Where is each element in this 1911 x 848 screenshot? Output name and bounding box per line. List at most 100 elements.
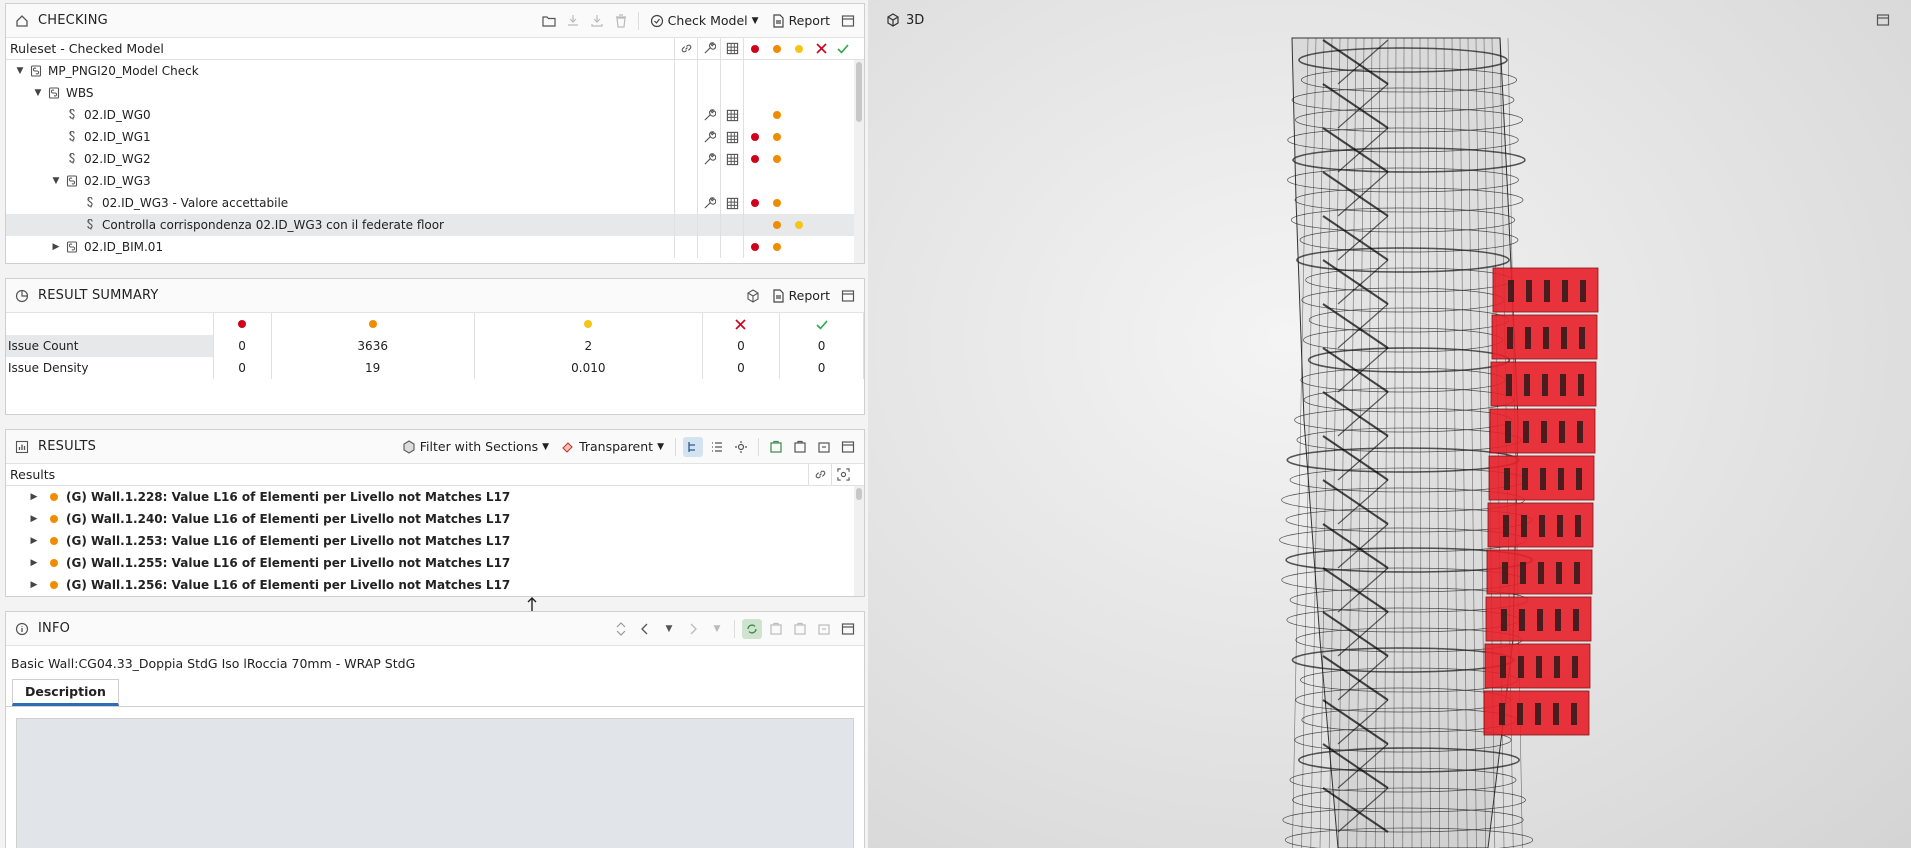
building-model[interactable] <box>868 0 1911 848</box>
wrench-icon[interactable] <box>698 104 720 126</box>
tree-row[interactable]: 02.ID_WG0 <box>6 104 864 126</box>
wrench-icon[interactable] <box>698 38 720 59</box>
history-dropdown-icon[interactable]: ▼ <box>659 619 679 639</box>
cube-icon[interactable] <box>743 286 763 306</box>
result-row[interactable]: ▶ (G) Wall.1.228: Value L16 of Elementi p… <box>6 486 864 508</box>
accepted-check-icon <box>779 313 864 335</box>
red-dot-icon <box>744 192 766 214</box>
summary-row-label: Issue Count <box>6 335 214 357</box>
list-view-icon[interactable] <box>707 437 727 457</box>
issue-add-icon[interactable] <box>766 619 786 639</box>
tree-row-label: 02.ID_WG1 <box>84 130 151 144</box>
tree-row[interactable]: 02.ID_WG3 - Valore accettabile <box>6 192 864 214</box>
checking-report-button[interactable]: Report <box>767 10 834 32</box>
results-scroll-thumb[interactable] <box>856 488 862 500</box>
window <box>1536 656 1542 678</box>
expand-down-icon[interactable]: ▼ <box>32 88 44 98</box>
expand-right-icon[interactable]: ▶ <box>50 242 62 252</box>
expand-right-icon[interactable]: ▶ <box>28 580 40 590</box>
panel-layout-icon[interactable] <box>838 11 858 31</box>
tree-row[interactable]: 02.ID_WG2 <box>6 148 864 170</box>
delete-icon[interactable] <box>611 11 631 31</box>
result-row[interactable]: ▶ (G) Wall.1.253: Value L16 of Elementi p… <box>6 530 864 552</box>
download-icon[interactable] <box>563 11 583 31</box>
issue-add-icon[interactable] <box>766 437 786 457</box>
result-row[interactable]: ▶ (G) Wall.1.255: Value L16 of Elementi p… <box>6 552 864 574</box>
window <box>1544 280 1550 302</box>
filter-sections-dropdown[interactable]: Filter with Sections ▼ <box>398 436 553 458</box>
filter-sections-label: Filter with Sections <box>419 439 539 454</box>
tree-row[interactable]: ▼ MP_PNGI20_Model Check <box>6 60 864 82</box>
tree-scrollbar[interactable] <box>854 60 864 263</box>
red-dot-icon <box>744 126 766 148</box>
tree-row[interactable]: 02.ID_WG1 <box>6 126 864 148</box>
window <box>1559 421 1565 443</box>
pie-chart-icon <box>12 286 32 306</box>
summary-row-issue-count[interactable]: Issue Count 0 3636 2 0 0 <box>6 335 864 357</box>
expand-right-icon[interactable]: ▶ <box>28 558 40 568</box>
tree-row[interactable]: ▼ WBS <box>6 82 864 104</box>
tab-description[interactable]: Description <box>12 679 119 706</box>
description-area[interactable] <box>16 718 854 848</box>
sort-icon[interactable] <box>611 619 631 639</box>
expand-right-icon[interactable]: ▶ <box>28 514 40 524</box>
history-dropdown-icon[interactable]: ▼ <box>707 619 727 639</box>
table-icon[interactable] <box>721 126 743 148</box>
open-folder-icon[interactable] <box>539 11 559 31</box>
3d-view[interactable]: 3D <box>868 0 1911 848</box>
wrench-icon[interactable] <box>698 192 720 214</box>
summary-cell: 0 <box>702 357 781 379</box>
result-summary-panel: RESULT SUMMARY Report Issue Count 0 3636… <box>5 278 865 415</box>
results-header: RESULTS Filter with Sections ▼ Transpare… <box>6 430 864 464</box>
issue-icon[interactable] <box>790 437 810 457</box>
tree-row[interactable]: Controlla corrispondenza 02.ID_WG3 con i… <box>6 214 864 236</box>
critical-dot-icon <box>744 38 766 59</box>
orange-dot-icon <box>766 192 788 214</box>
moderate-dot-icon <box>271 313 475 335</box>
paint-icon <box>562 441 573 453</box>
accepted-check-icon <box>832 38 854 59</box>
link-icon[interactable] <box>675 38 697 59</box>
expand-right-icon[interactable]: ▶ <box>28 492 40 502</box>
wrench-icon[interactable] <box>698 148 720 170</box>
tree-row[interactable]: ▼ 02.ID_WG3 <box>6 170 864 192</box>
tree-row-label: 02.ID_WG3 - Valore accettabile <box>102 196 289 210</box>
issue-export-icon[interactable] <box>814 619 834 639</box>
download-all-icon[interactable] <box>587 11 607 31</box>
expand-right-icon[interactable]: ▶ <box>28 536 40 546</box>
table-icon[interactable] <box>721 38 743 59</box>
table-icon[interactable] <box>721 148 743 170</box>
sync-selection-icon[interactable] <box>742 618 762 639</box>
issue-icon[interactable] <box>790 619 810 639</box>
tree-row[interactable]: ▶ 02.ID_BIM.01 <box>6 236 864 258</box>
summary-report-button[interactable]: Report <box>767 285 834 307</box>
next-icon[interactable] <box>683 619 703 639</box>
issue-export-icon[interactable] <box>814 437 834 457</box>
wrench-icon[interactable] <box>698 126 720 148</box>
link-icon[interactable] <box>809 464 831 485</box>
tree-view-icon[interactable] <box>683 436 703 457</box>
panel-layout-icon[interactable] <box>838 619 858 639</box>
settings-list-icon[interactable] <box>731 437 751 457</box>
transparency-dropdown[interactable]: Transparent ▼ <box>557 436 668 458</box>
window <box>1553 703 1559 725</box>
tree-row-label: WBS <box>66 86 94 100</box>
result-row[interactable]: ▶ (G) Wall.1.256: Value L16 of Elementi p… <box>6 574 864 596</box>
panel-layout-icon[interactable] <box>838 286 858 306</box>
expand-down-icon[interactable]: ▼ <box>14 66 26 76</box>
check-model-button[interactable]: Check Model ▼ <box>646 10 763 32</box>
focus-icon[interactable] <box>832 464 854 485</box>
table-icon[interactable] <box>721 192 743 214</box>
ruleset-icon <box>66 175 78 187</box>
result-row[interactable]: ▶ (G) Wall.1.240: Value L16 of Elementi p… <box>6 508 864 530</box>
results-scrollbar[interactable] <box>854 486 864 596</box>
panel-layout-icon[interactable] <box>838 437 858 457</box>
tree-scroll-thumb[interactable] <box>856 62 862 122</box>
check-circle-icon <box>650 14 663 27</box>
expand-down-icon[interactable]: ▼ <box>50 176 62 186</box>
previous-icon[interactable] <box>635 619 655 639</box>
window <box>1500 656 1506 678</box>
table-icon[interactable] <box>721 104 743 126</box>
window <box>1558 468 1564 490</box>
summary-row-issue-density[interactable]: Issue Density 0 19 0.010 0 0 <box>6 357 864 379</box>
